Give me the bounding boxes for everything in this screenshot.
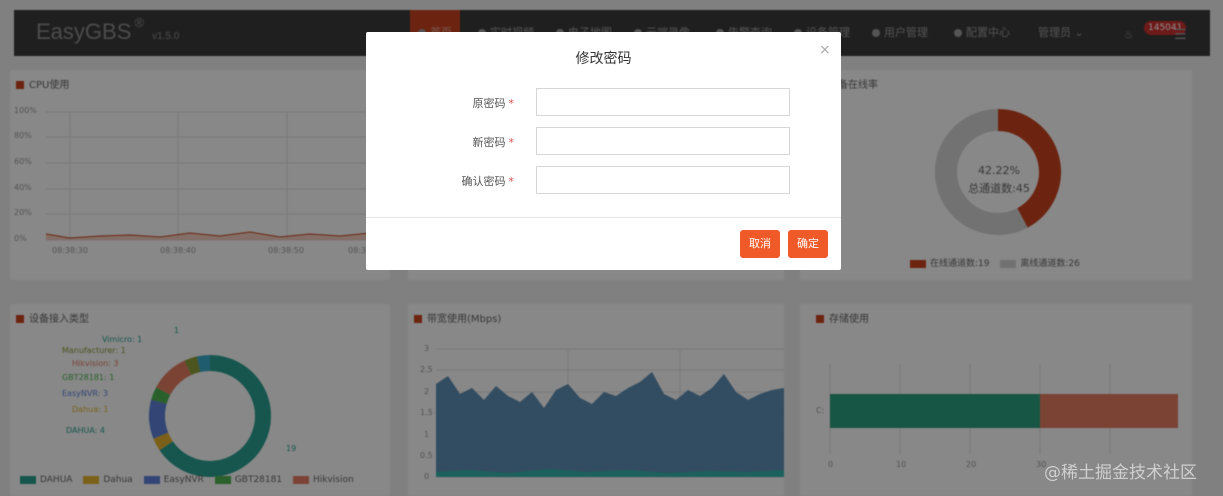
confirm-password-row: 确认密码 * xyxy=(366,166,841,194)
dialog-title: 修改密码 xyxy=(575,51,632,67)
field-label-text: 新密码 xyxy=(472,136,506,149)
new-password-input[interactable] xyxy=(536,127,790,155)
dialog-footer-divider xyxy=(366,217,841,218)
confirm-button[interactable]: 确定 xyxy=(788,230,828,258)
watermark-text: @稀土掘金技术社区 xyxy=(1044,463,1197,483)
old-password-label: 原密码 * xyxy=(426,95,515,111)
required-mark: * xyxy=(508,175,515,188)
old-password-input[interactable] xyxy=(536,88,790,116)
app-root: EasyGBS® v1.5.0 首页 实时视频 电子地图 云端录像 告警查询 设… xyxy=(0,0,1223,496)
confirm-password-input[interactable] xyxy=(536,166,790,194)
new-password-row: 新密码 * xyxy=(366,127,841,155)
change-password-dialog: 修改密码 × 原密码 * 新密码 * 确认密码 * 取消 确定 xyxy=(366,32,841,270)
field-label-text: 原密码 xyxy=(472,97,506,110)
confirm-password-label: 确认密码 * xyxy=(426,173,515,189)
required-mark: * xyxy=(508,97,515,110)
new-password-label: 新密码 * xyxy=(426,134,515,150)
required-mark: * xyxy=(508,136,515,149)
cancel-button[interactable]: 取消 xyxy=(740,230,780,258)
old-password-row: 原密码 * xyxy=(366,88,841,116)
field-label-text: 确认密码 xyxy=(461,175,506,188)
close-icon[interactable]: × xyxy=(819,42,831,58)
